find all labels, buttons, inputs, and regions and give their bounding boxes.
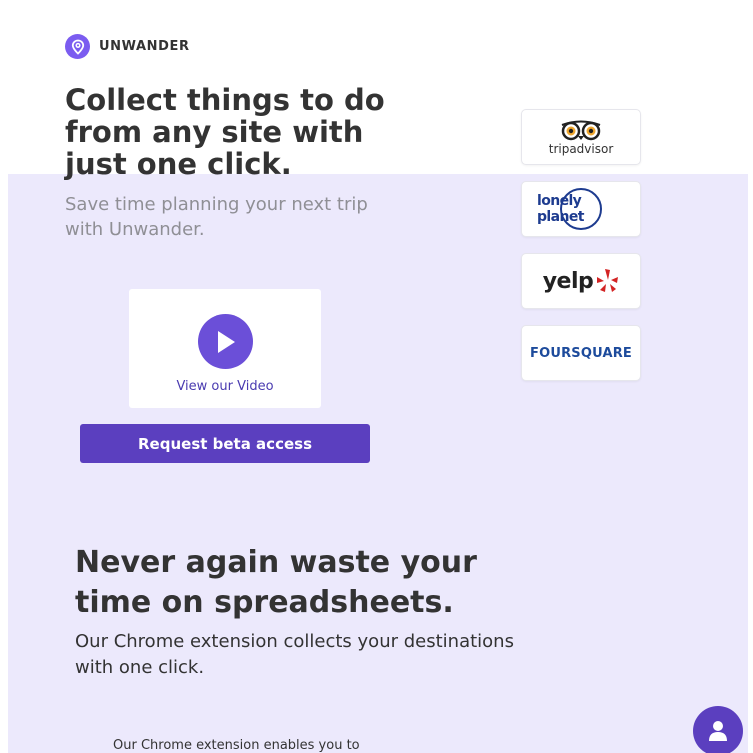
- brand-name: UNWANDER: [99, 39, 190, 54]
- video-card[interactable]: View our Video: [129, 289, 321, 408]
- hero-title: Collect things to do from any site with …: [65, 83, 385, 181]
- features-body-text: Our Chrome extension enables you to: [113, 738, 360, 753]
- hero-subtitle: Save time planning your next trip with U…: [65, 194, 368, 240]
- location-pin-icon: [65, 34, 90, 59]
- video-link[interactable]: View our Video: [176, 379, 273, 394]
- tripadvisor-logo-card: tripadvisor: [521, 109, 641, 165]
- yelp-wordmark: yelp: [542, 268, 594, 294]
- brand-logo[interactable]: UNWANDER: [65, 34, 190, 59]
- yelp-logo-card: yelp: [521, 253, 641, 309]
- tripadvisor-owl-icon: [561, 120, 601, 140]
- features-title: Never again waste your time on spreadshe…: [75, 545, 477, 620]
- tripadvisor-wordmark: tripadvisor: [548, 141, 614, 156]
- yelp-burst-icon: [597, 269, 619, 292]
- chat-button[interactable]: [693, 706, 743, 753]
- request-beta-button[interactable]: Request beta access: [80, 424, 370, 463]
- user-icon: [709, 721, 727, 741]
- play-icon[interactable]: [197, 314, 253, 369]
- foursquare-logo-card: FOURSQUARE: [521, 325, 641, 381]
- features-subtitle: Our Chrome extension collects your desti…: [75, 631, 514, 678]
- lonely-planet-logo-card: lonely planet: [521, 181, 641, 237]
- lonely-planet-globe-icon: [560, 188, 602, 230]
- foursquare-wordmark: FOURSQUARE: [529, 345, 633, 361]
